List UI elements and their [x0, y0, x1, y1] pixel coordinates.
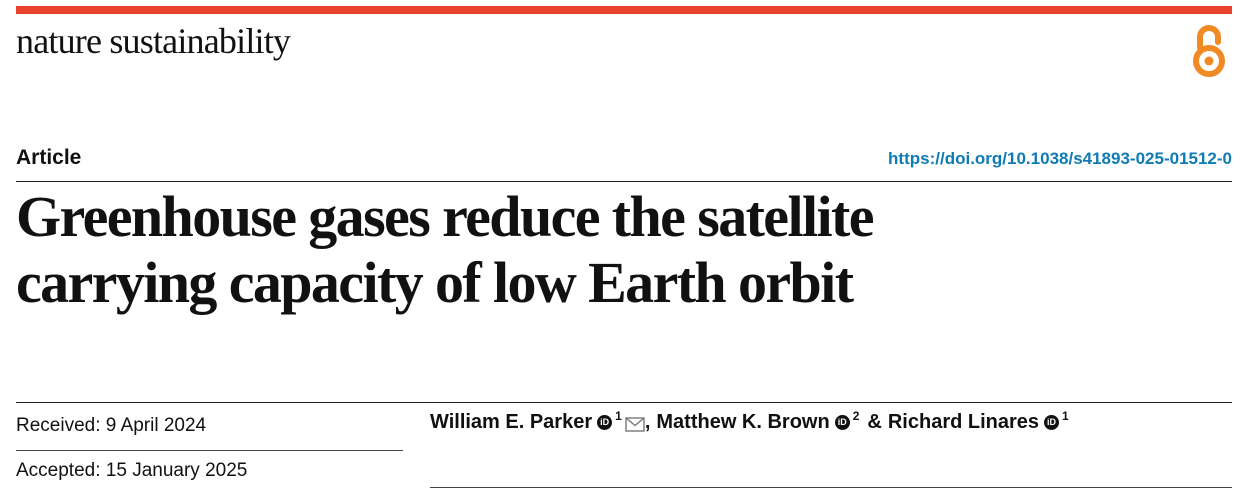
author-name[interactable]: William E. Parker — [430, 411, 592, 434]
affiliation-marker[interactable]: 2 — [853, 409, 860, 423]
author-name[interactable]: Richard Linares — [888, 411, 1039, 434]
journal-logo[interactable]: nature sustainability — [16, 20, 291, 62]
orcid-icon[interactable]: iD — [834, 415, 850, 430]
mail-icon[interactable] — [625, 417, 645, 432]
orcid-icon[interactable]: iD — [1044, 415, 1060, 430]
author-separator: , — [644, 411, 651, 433]
author-separator: & — [867, 411, 882, 433]
title-line-2: carrying capacity of low Earth orbit — [16, 250, 854, 315]
article-title: Greenhouse gases reduce the satellite ca… — [16, 184, 1196, 316]
title-line-1: Greenhouse gases reduce the satellite — [16, 184, 874, 249]
journal-accent-bar — [16, 6, 1232, 14]
orcid-icon[interactable]: iD — [597, 415, 613, 430]
divider — [16, 402, 1232, 403]
divider — [16, 181, 1232, 182]
accepted-date: Accepted: 15 January 2025 — [16, 460, 248, 481]
affiliation-marker[interactable]: 1 — [1062, 409, 1069, 423]
divider — [16, 450, 403, 451]
open-access-icon — [1193, 25, 1225, 77]
author-name[interactable]: Matthew K. Brown — [656, 411, 829, 434]
doi-link[interactable]: https://doi.org/10.1038/s41893-025-01512… — [888, 149, 1232, 169]
divider — [430, 487, 1232, 488]
received-date: Received: 9 April 2024 — [16, 415, 207, 436]
affiliation-marker[interactable]: 1 — [615, 409, 622, 423]
article-type: Article — [16, 146, 82, 169]
author-list: William E. Parker iD 1 , Matthew K. Brow… — [430, 409, 1069, 434]
